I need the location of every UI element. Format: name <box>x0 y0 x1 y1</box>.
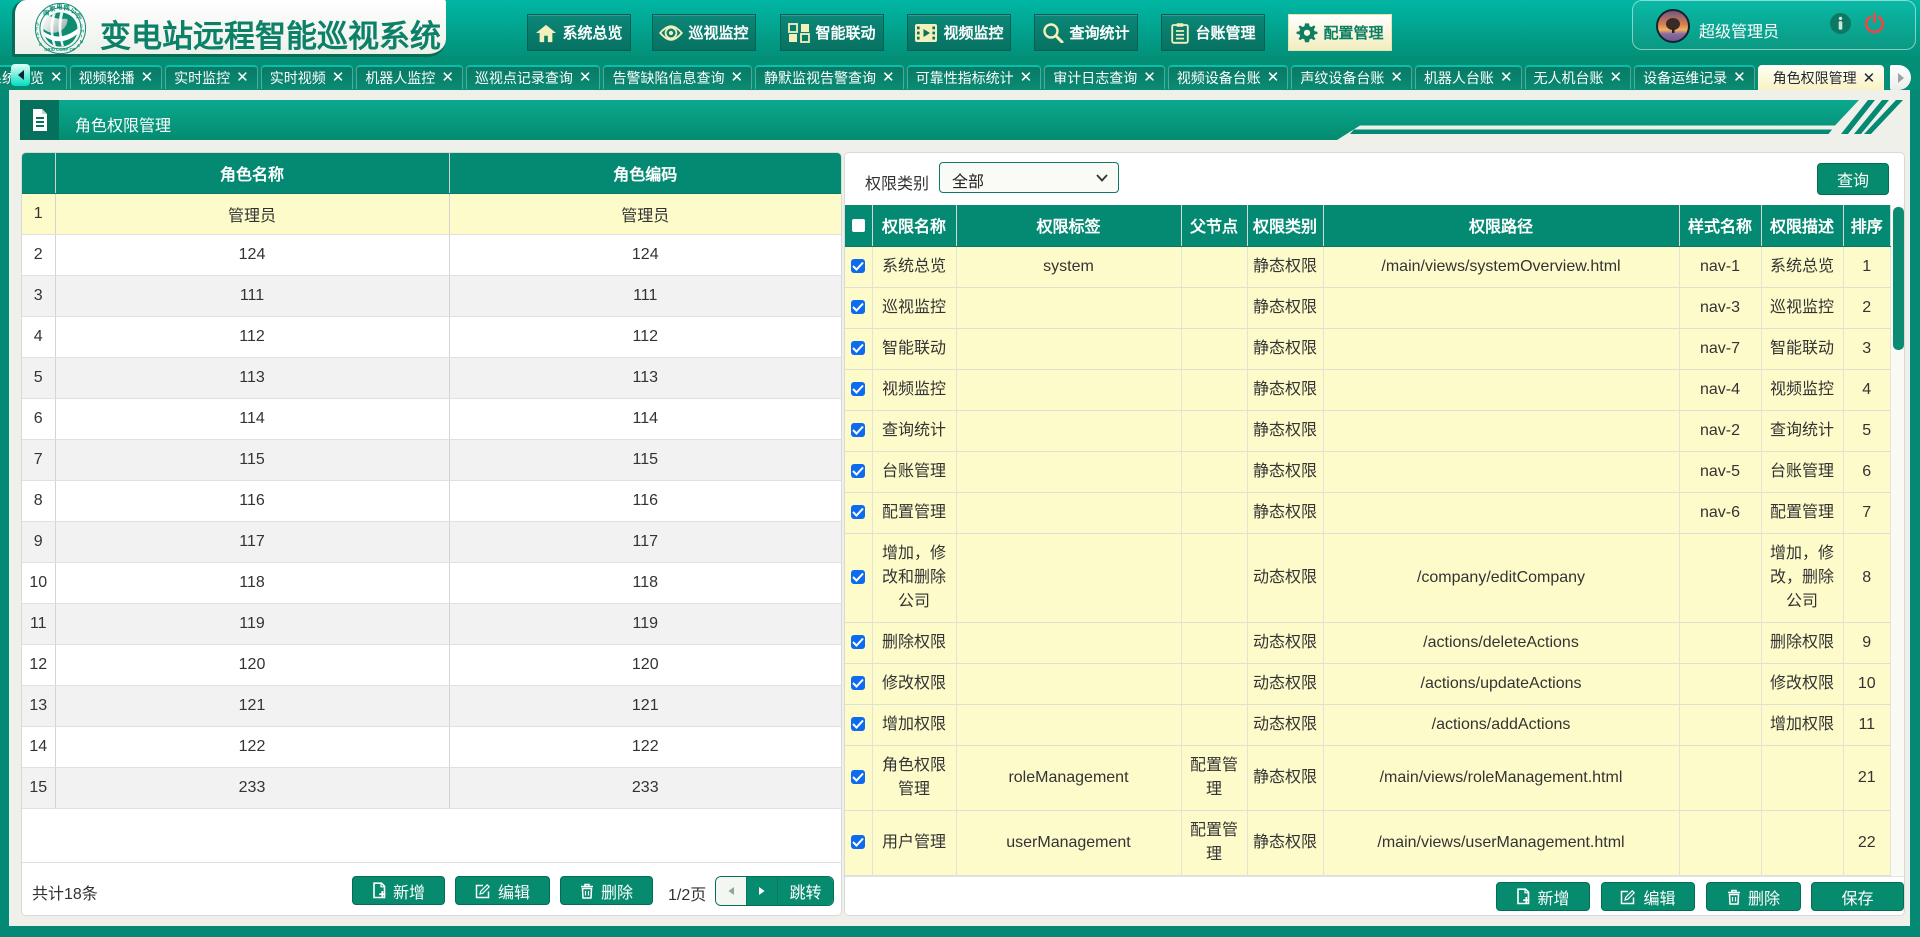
svg-text:司: 司 <box>76 12 82 20</box>
svg-text:A: A <box>77 43 80 48</box>
svg-text:GRID CORP OF: GRID CORP OF <box>44 47 76 52</box>
svg-text:电: 电 <box>56 3 62 11</box>
svg-text:家: 家 <box>49 5 56 13</box>
svg-text:网: 网 <box>64 4 70 12</box>
svg-text:E: E <box>39 42 42 47</box>
svg-text:N: N <box>80 39 83 44</box>
